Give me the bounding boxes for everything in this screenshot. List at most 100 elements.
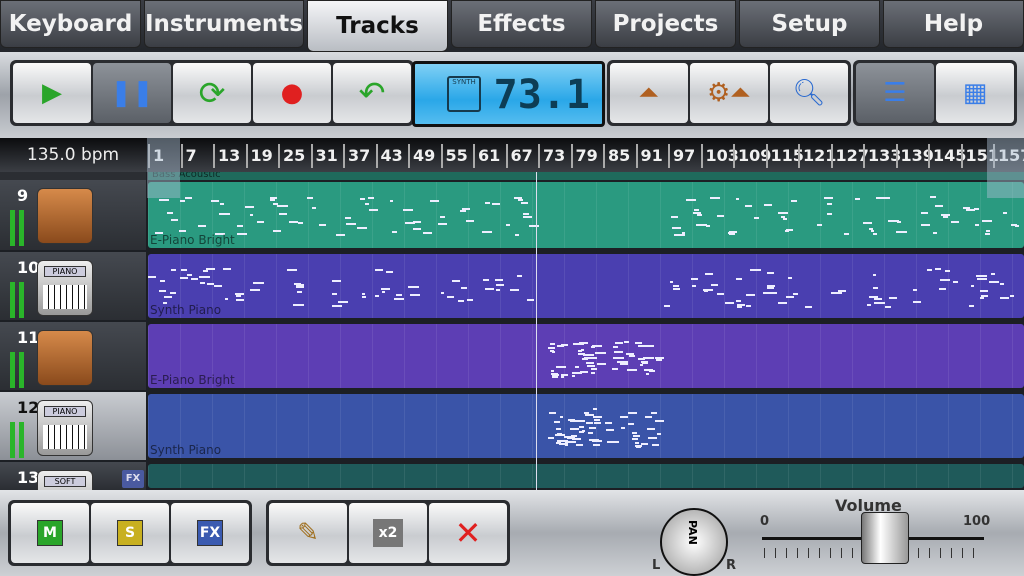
ruler-tick: 13 <box>213 144 240 168</box>
midi-note <box>381 287 391 290</box>
tab-setup[interactable]: Setup <box>738 0 880 48</box>
midi-note <box>872 274 876 276</box>
delete-button[interactable]: ✕ <box>429 503 507 563</box>
midi-note <box>403 209 413 212</box>
track-header[interactable]: 10 PIANO <box>0 252 146 320</box>
midi-note <box>737 305 743 308</box>
duplicate-button[interactable]: x2 <box>349 503 427 563</box>
midi-note <box>557 439 569 442</box>
record-button[interactable]: ● <box>253 63 331 123</box>
track-name: Synth Piano <box>150 443 222 457</box>
pan-knob[interactable]: PAN <box>660 508 728 576</box>
track-number: 11 <box>17 328 40 347</box>
list-view-button[interactable]: ☰ <box>856 63 934 123</box>
track-lane[interactable]: E-Piano Bright <box>148 182 1024 248</box>
midi-note <box>999 282 1005 285</box>
track-header[interactable]: 11 <box>0 322 146 390</box>
tempo-label[interactable]: 135.0 bpm <box>0 138 146 172</box>
midi-note <box>197 224 206 227</box>
midi-note <box>585 413 595 416</box>
partial-track-lane[interactable] <box>148 172 1024 180</box>
track-lane[interactable]: E-Piano Bright <box>148 324 1024 388</box>
midi-note <box>564 444 568 447</box>
midi-note <box>597 362 607 365</box>
playhead[interactable] <box>536 172 537 490</box>
loop-end-marker[interactable] <box>987 138 1024 198</box>
midi-note <box>312 206 316 209</box>
midi-note <box>680 234 685 237</box>
fx-button[interactable]: FX <box>171 503 249 563</box>
midi-note <box>345 216 351 219</box>
mute-button[interactable]: M <box>11 503 89 563</box>
track-row[interactable]: 11 E-Piano Bright <box>0 322 1024 390</box>
instrument-icon[interactable]: PIANO <box>37 400 93 456</box>
solo-button[interactable]: S <box>91 503 169 563</box>
track-header[interactable]: 12 PIANO <box>0 392 146 460</box>
position-display: SYNTH 73.1 <box>412 61 605 127</box>
pause-button[interactable]: ❚❚ <box>93 63 171 123</box>
instrument-icon[interactable] <box>37 188 93 244</box>
midi-note <box>170 218 179 221</box>
tab-keyboard[interactable]: Keyboard <box>0 0 141 48</box>
partial-track-header[interactable] <box>0 172 146 180</box>
volume-slider-handle[interactable] <box>861 512 909 564</box>
tab-instruments[interactable]: Instruments <box>144 0 304 48</box>
midi-note <box>744 204 753 207</box>
track-header[interactable]: 13 SOFT FX <box>0 462 146 528</box>
metronome-settings-button[interactable]: ⚙⏶ <box>690 63 768 123</box>
midi-note <box>885 305 892 308</box>
midi-note <box>550 343 556 346</box>
instrument-label: PIANO <box>44 266 86 277</box>
tab-projects[interactable]: Projects <box>594 0 736 48</box>
track-fx-badge[interactable]: FX <box>122 470 144 488</box>
instrument-icon[interactable]: PIANO <box>37 260 93 316</box>
zoom-icon: 🔍︎ <box>792 78 826 108</box>
level-meter <box>19 282 24 318</box>
midi-note <box>868 228 873 231</box>
midi-note <box>219 203 224 206</box>
midi-note <box>367 196 374 199</box>
midi-note <box>975 223 979 226</box>
track-row[interactable]: 12 PIANO Synth Piano <box>0 392 1024 460</box>
midi-note <box>703 290 709 293</box>
midi-note <box>694 209 699 212</box>
midi-note <box>593 415 603 418</box>
midi-note <box>494 278 504 281</box>
keys-icon <box>43 425 87 449</box>
zoom-button[interactable]: 🔍︎ <box>770 63 848 123</box>
midi-note <box>827 202 832 205</box>
undo-button[interactable]: ↶ <box>333 63 411 123</box>
midi-note <box>191 278 198 281</box>
play-button[interactable]: ▶ <box>13 63 91 123</box>
midi-note <box>791 200 798 203</box>
tab-tracks[interactable]: Tracks <box>306 0 448 52</box>
instrument-icon[interactable] <box>37 330 93 386</box>
tab-effects[interactable]: Effects <box>450 0 592 48</box>
midi-note <box>556 366 567 369</box>
midi-note <box>746 293 755 296</box>
track-header[interactable]: 9 <box>0 180 146 250</box>
midi-note <box>888 296 898 299</box>
midi-note <box>586 364 595 367</box>
track-lane[interactable]: Synth Piano <box>148 394 1024 458</box>
tab-help[interactable]: Help <box>882 0 1024 48</box>
undo-icon: ↶ <box>358 74 386 112</box>
midi-note <box>200 282 206 285</box>
metronome-button[interactable]: ⏶ <box>610 63 688 123</box>
track-row[interactable]: 10 PIANO Synth Piano <box>0 252 1024 320</box>
edit-button[interactable]: ✎ <box>269 503 347 563</box>
track-number: 13 <box>17 468 40 487</box>
track-lane[interactable] <box>148 464 1024 488</box>
grid-view-button[interactable]: ▦ <box>936 63 1014 123</box>
midi-note <box>582 358 589 361</box>
track-row[interactable]: 13 SOFT FX <box>0 462 1024 528</box>
loop-start-marker[interactable] <box>147 138 180 198</box>
loop-button[interactable]: ⟳ <box>173 63 251 123</box>
midi-note <box>585 362 595 365</box>
midi-note <box>793 293 798 296</box>
midi-note <box>269 199 275 202</box>
track-lane[interactable]: Synth Piano <box>148 254 1024 318</box>
midi-note <box>921 223 931 226</box>
midi-note <box>556 442 561 445</box>
midi-note <box>824 197 834 200</box>
